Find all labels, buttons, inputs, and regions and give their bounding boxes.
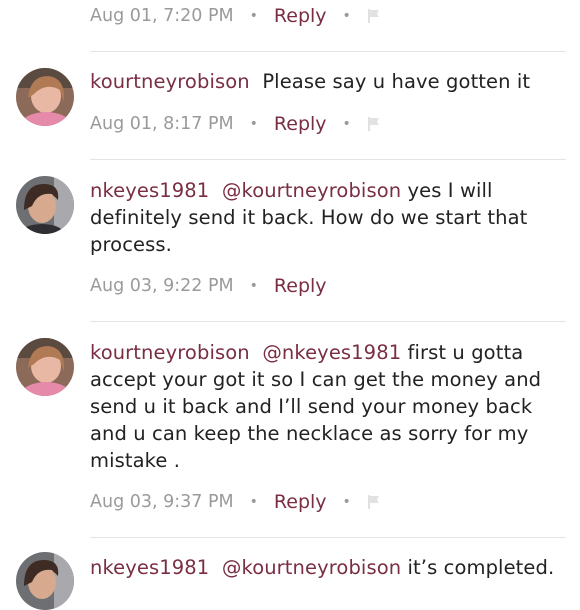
comment-username[interactable]: kourtneyrobison xyxy=(90,341,250,364)
flag-icon[interactable] xyxy=(367,116,381,132)
avatar[interactable] xyxy=(16,552,74,610)
avatar[interactable] xyxy=(16,176,74,234)
comment-timestamp: Aug 03, 9:37 PM xyxy=(90,492,234,512)
comment-username[interactable]: nkeyes1981 xyxy=(90,179,209,202)
comment-timestamp: Aug 01, 8:17 PM xyxy=(90,114,234,134)
reply-button[interactable]: Reply xyxy=(274,491,327,513)
comment-mention[interactable]: @kourtneyrobison xyxy=(222,556,401,579)
comment-body: nkeyes1981 @kourtneyrobison yes I will d… xyxy=(90,177,560,258)
flag-icon[interactable] xyxy=(367,8,381,24)
flag-icon[interactable] xyxy=(367,494,381,510)
separator-dot: • xyxy=(249,278,258,294)
divider xyxy=(90,321,566,322)
reply-button[interactable]: Reply xyxy=(274,5,327,27)
separator-dot: • xyxy=(249,8,258,24)
comment-mention[interactable]: @nkeyes1981 xyxy=(262,341,401,364)
separator-dot: • xyxy=(249,116,258,132)
reply-button[interactable]: Reply xyxy=(274,275,327,297)
comment-timestamp: Aug 03, 9:22 PM xyxy=(90,276,234,296)
comment-timestamp: Aug 01, 7:20 PM xyxy=(90,6,234,26)
comment-text: Please say u have gotten it xyxy=(262,70,531,93)
divider xyxy=(90,537,566,538)
comment-meta: Aug 01, 7:20 PM • Reply • xyxy=(90,2,381,30)
avatar[interactable] xyxy=(16,68,74,126)
separator-dot: • xyxy=(249,494,258,510)
comment-body: nkeyes1981 @kourtneyrobison it’s complet… xyxy=(90,554,560,581)
separator-dot: • xyxy=(342,8,351,24)
comment-meta: Aug 03, 9:22 PM • Reply xyxy=(90,272,327,300)
reply-button[interactable]: Reply xyxy=(274,113,327,135)
avatar[interactable] xyxy=(16,338,74,396)
comment-text: it’s completed. xyxy=(407,556,555,579)
separator-dot: • xyxy=(342,494,351,510)
divider xyxy=(90,51,566,52)
comment-body: kourtneyrobison Please say u have gotten… xyxy=(90,68,560,95)
comment-username[interactable]: kourtneyrobison xyxy=(90,70,250,93)
separator-dot: • xyxy=(342,116,351,132)
divider xyxy=(90,159,566,160)
comment-mention[interactable]: @kourtneyrobison xyxy=(222,179,401,202)
comment-meta: Aug 01, 8:17 PM • Reply • xyxy=(90,110,381,138)
comment-username[interactable]: nkeyes1981 xyxy=(90,556,209,579)
comment-meta: Aug 03, 9:37 PM • Reply • xyxy=(90,488,381,516)
comment-body: kourtneyrobison @nkeyes1981 first u gott… xyxy=(90,339,560,474)
